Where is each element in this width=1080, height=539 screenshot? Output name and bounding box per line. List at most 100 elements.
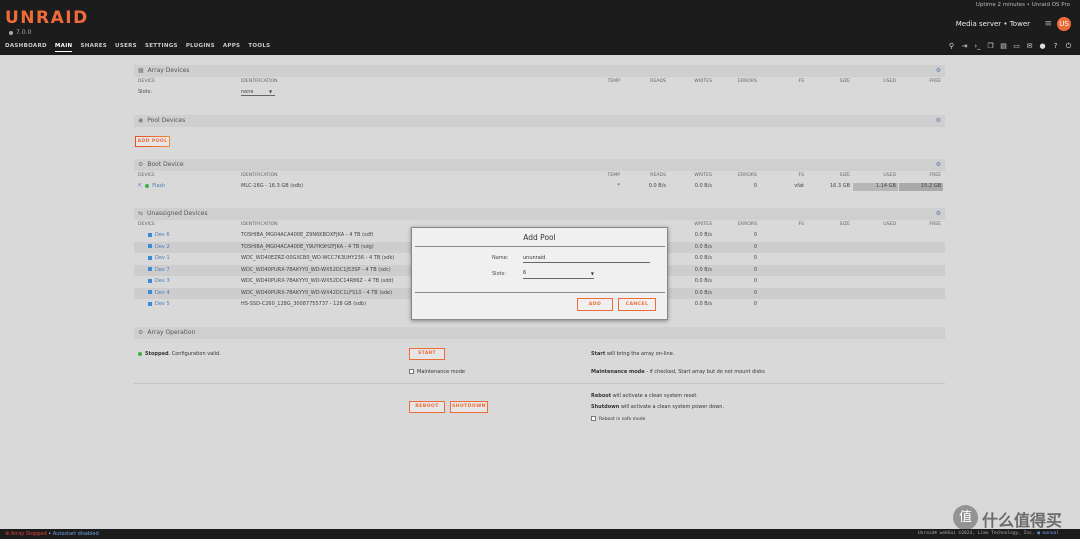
footer-copyright: Unraid® webGui ©2024, Lime Technology, I… bbox=[918, 531, 1059, 536]
maintenance-mode-option[interactable]: Maintenance mode bbox=[409, 369, 465, 375]
search-icon[interactable]: ⚲ bbox=[948, 42, 955, 51]
status-text: . Configuration valid. bbox=[168, 351, 221, 357]
footer-status: ⊗ Array Stopped • Autostart disabled bbox=[5, 531, 99, 537]
settings-toggle-icon[interactable]: ⚙ bbox=[936, 159, 941, 171]
slots-value: 6 bbox=[523, 270, 527, 276]
reboot-button[interactable]: REBOOT bbox=[409, 401, 445, 413]
tab-shares[interactable]: SHARES bbox=[80, 43, 107, 52]
device-cell[interactable]: Dev 5 bbox=[148, 301, 170, 307]
cancel-button[interactable]: CANCEL bbox=[618, 298, 656, 311]
external-link-icon[interactable]: ⇱ bbox=[138, 183, 142, 189]
shutdown-button[interactable]: SHUTDOWN bbox=[450, 401, 488, 413]
device-cell[interactable]: Dev 4 bbox=[148, 290, 170, 296]
settings-toggle-icon[interactable]: ⚙ bbox=[936, 208, 941, 220]
tab-main[interactable]: MAIN bbox=[54, 43, 73, 52]
safe-mode-option[interactable]: Reboot in safe mode bbox=[591, 416, 645, 422]
pool-icon: ◉ bbox=[138, 117, 144, 124]
temp-cell: * bbox=[617, 183, 621, 189]
table-row: ⇱ Flash MLC-16G - 16.3 GB (sdb) * 0.0 B/s… bbox=[134, 181, 945, 193]
unassigned-icon: ⇆ bbox=[138, 210, 144, 217]
array-icon: ▦ bbox=[138, 67, 144, 74]
device-link[interactable]: Dev 1 bbox=[155, 255, 170, 261]
header: UNRAID 7.0.0 Uptime 2 minutes • Unraid O… bbox=[0, 0, 1080, 55]
maint-desc-text: - if checked, Start array but do not mou… bbox=[644, 369, 765, 375]
start-button[interactable]: START bbox=[409, 348, 445, 360]
screen-icon[interactable]: ▭ bbox=[1013, 42, 1020, 51]
tab-apps[interactable]: APPS bbox=[223, 43, 240, 52]
writes-cell: 0.0 B/s bbox=[694, 255, 712, 261]
device-cell[interactable]: ⇱ Flash bbox=[138, 183, 165, 189]
slots-label: Slots: bbox=[138, 89, 152, 95]
autostart-link[interactable]: Autostart disabled bbox=[53, 531, 99, 537]
settings-toggle-icon[interactable]: ⚙ bbox=[936, 65, 941, 77]
device-cell[interactable]: Dev 6 bbox=[148, 232, 170, 238]
tab-tools[interactable]: TOOLS bbox=[248, 43, 270, 52]
tab-dashboard[interactable]: DASHBOARD bbox=[5, 43, 47, 52]
add-button[interactable]: ADD bbox=[577, 298, 613, 311]
slots-row: Slots: none ▼ bbox=[134, 87, 945, 99]
maintenance-checkbox[interactable] bbox=[409, 369, 414, 374]
pool-devices-section: ◉ Pool Devices ⚙ ADD POOL bbox=[134, 115, 945, 147]
identification-cell: WDC_WD40PURX-78AKYY0_WD-WX52DC14R86Z - 4… bbox=[241, 278, 394, 284]
settings-toggle-icon[interactable]: ⚙ bbox=[936, 115, 941, 127]
divider bbox=[134, 383, 945, 384]
device-link[interactable]: Dev 4 bbox=[155, 290, 170, 296]
col-identification: IDENTIFICATION bbox=[241, 79, 278, 84]
log-icon[interactable]: ▤ bbox=[1000, 42, 1007, 51]
info-icon[interactable]: ● bbox=[1039, 42, 1046, 51]
device-cell[interactable]: Dev 2 bbox=[148, 244, 170, 250]
tab-plugins[interactable]: PLUGINS bbox=[186, 43, 215, 52]
column-headers: DEVICE IDENTIFICATION TEMP READS WRITES … bbox=[134, 77, 945, 87]
device-link[interactable]: Dev 7 bbox=[155, 267, 170, 273]
maint-desc-bold: Maintenance mode bbox=[591, 369, 645, 375]
add-pool-button[interactable]: ADD POOL bbox=[135, 136, 170, 147]
device-link[interactable]: Dev 5 bbox=[155, 301, 170, 307]
slots-select[interactable]: 6 ▼ bbox=[523, 270, 594, 279]
boot-device-section: ⚙ Boot Device ⚙ DEVICE IDENTIFICATION TEMP… bbox=[134, 159, 945, 193]
col-fs: FS bbox=[798, 222, 804, 227]
divider bbox=[415, 292, 665, 293]
watermark-text: 什么值得买 bbox=[982, 511, 1063, 530]
col-writes: WRITES bbox=[694, 79, 712, 84]
server-name[interactable]: Media server • Tower bbox=[956, 20, 1030, 28]
avatar[interactable]: US bbox=[1057, 17, 1071, 31]
slots-select[interactable]: none ▼ bbox=[241, 89, 275, 96]
device-link[interactable]: Dev 6 bbox=[155, 232, 170, 238]
disk-icon bbox=[148, 301, 152, 306]
menu-icon[interactable]: ≡ bbox=[1044, 19, 1052, 29]
unraid-logo[interactable]: UNRAID bbox=[5, 8, 89, 28]
safe-mode-label: Reboot in safe mode bbox=[599, 417, 646, 422]
col-device: DEVICE bbox=[138, 79, 156, 84]
fs-cell: vfat bbox=[794, 183, 804, 189]
writes-cell: 0.0 B/s bbox=[694, 183, 712, 189]
array-devices-title: Array Devices bbox=[147, 67, 190, 74]
divider bbox=[415, 246, 665, 247]
device-cell[interactable]: Dev 3 bbox=[148, 278, 170, 284]
col-temp: TEMP bbox=[607, 79, 620, 84]
device-link[interactable]: Dev 2 bbox=[155, 244, 170, 250]
maintenance-description: Maintenance mode - if checked, Start arr… bbox=[591, 369, 765, 375]
column-headers: DEVICE IDENTIFICATION TEMP READS WRITES … bbox=[134, 171, 945, 181]
identification-cell: MLC-16G - 16.3 GB (sdb) bbox=[241, 183, 304, 189]
unassigned-devices-title: Unassigned Devices bbox=[147, 210, 208, 217]
device-cell[interactable]: Dev 7 bbox=[148, 267, 170, 273]
chevron-down-icon: ▼ bbox=[590, 271, 594, 276]
manual-link[interactable]: manual bbox=[1043, 531, 1059, 536]
tab-users[interactable]: USERS bbox=[115, 43, 137, 52]
safe-mode-checkbox[interactable] bbox=[591, 416, 596, 421]
help-icon[interactable]: ? bbox=[1052, 42, 1059, 51]
device-link[interactable]: Dev 3 bbox=[155, 278, 170, 284]
tab-settings[interactable]: SETTINGS bbox=[145, 43, 178, 52]
device-link[interactable]: Flash bbox=[152, 183, 165, 189]
col-reads: READS bbox=[650, 173, 666, 178]
copy-icon[interactable]: ❐ bbox=[987, 42, 994, 51]
device-cell[interactable]: Dev 1 bbox=[148, 255, 170, 261]
terminal-icon[interactable]: ›_ bbox=[974, 42, 981, 51]
feedback-icon[interactable]: ✉ bbox=[1026, 42, 1033, 51]
col-errors: ERRORS bbox=[737, 173, 757, 178]
shutdown-desc-text: will activate a clean system power down. bbox=[619, 404, 725, 410]
array-status: Stopped. Configuration valid. bbox=[138, 351, 221, 357]
login-icon[interactable]: ⇥ bbox=[961, 42, 968, 51]
power-icon[interactable]: ⏻ bbox=[1065, 42, 1072, 51]
pool-name-input[interactable] bbox=[523, 254, 650, 263]
